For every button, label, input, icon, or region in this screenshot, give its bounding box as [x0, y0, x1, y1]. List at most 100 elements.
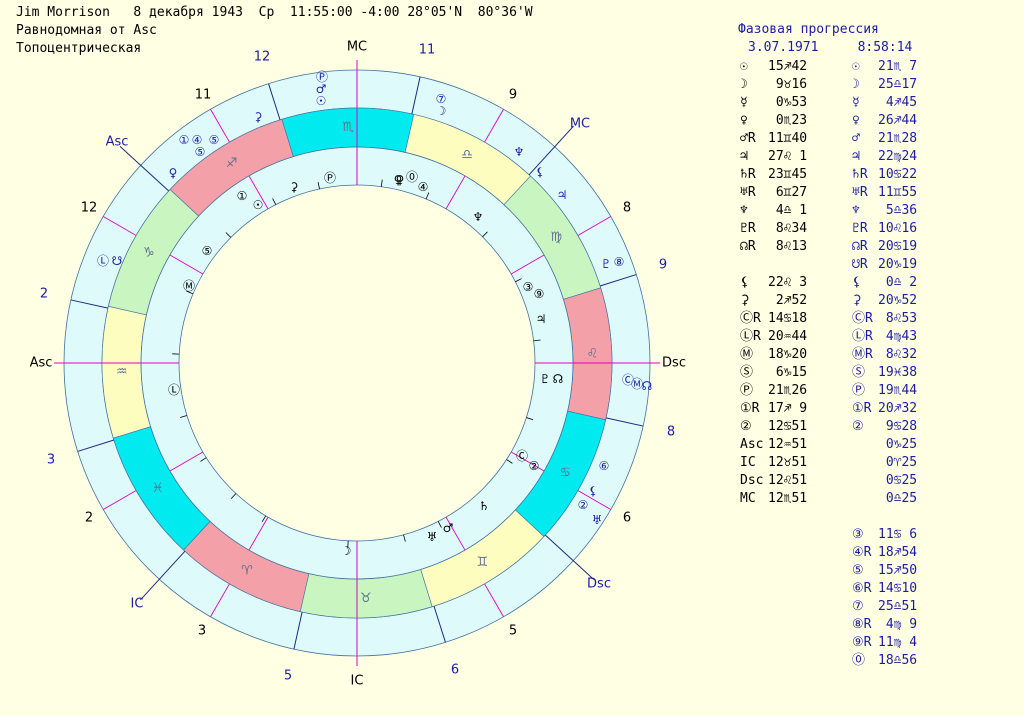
progressed-house-number: 11	[419, 43, 436, 58]
prog_rows-position: 4♍43	[878, 329, 918, 344]
prog_rows-position: 20♋19	[878, 239, 918, 254]
zodiac-sign-glyph: ♈	[241, 564, 253, 579]
natal-planet-glyph: ①	[237, 189, 248, 203]
natal_rows-position: 12♉51	[768, 455, 808, 470]
zodiac-sign-glyph: ♌	[587, 347, 599, 362]
zodiac-sign-glyph: ♒	[116, 364, 128, 379]
natal-planet-glyph: ⑤	[202, 244, 213, 258]
prog_rows-glyph: ♃	[852, 149, 860, 164]
progressed-planet-glyph: ♀	[169, 166, 178, 180]
prog_rows-position: 22♍24	[878, 149, 918, 164]
natal-planet-glyph: ④	[418, 180, 429, 194]
prog_rows-glyph: ⓂR	[852, 347, 873, 362]
natal_rows-position: 4♎ 1	[768, 203, 808, 218]
progressed-planet-glyph: ⑥	[599, 459, 610, 473]
astro-wheel[interactable]: ♈ ♉ ♊ ♋ ♌ ♍ ♎ ♏ ♐ ♑ ♒ ♓ MC IC Asc Dsc MC Asc IC Dsc 11 9 8 12 2 3…	[0, 0, 720, 715]
natal_rows-position: 6♊27	[768, 185, 808, 200]
natal_rows-position: 27♌ 1	[768, 149, 808, 164]
natal-planet-glyph: ♆	[473, 210, 484, 224]
natal_rows-position: 23♊45	[768, 167, 808, 182]
prog_rows-position: 26♐44	[878, 113, 918, 128]
progressed-planet-glyph: ♇	[601, 257, 612, 271]
natal-house-number: 12	[81, 201, 98, 216]
prog_rows-position: 0♋25	[878, 473, 918, 488]
natal-planet-glyph: Ⓜ	[183, 279, 195, 293]
natal_rows-glyph: ☿	[740, 95, 748, 110]
natal-planet-glyph: Ⓟ	[324, 171, 336, 185]
dsc-label: Dsc	[662, 356, 686, 371]
progressed-planet-glyph: ②	[578, 498, 589, 512]
prog_rows-glyph: ⑧R	[852, 617, 872, 632]
natal_rows-glyph: ⚸	[740, 275, 750, 290]
natal_rows-position: 11♊40	[768, 131, 808, 146]
prog_rows-glyph: ♀	[852, 113, 860, 128]
natal_rows-glyph: ♃	[740, 149, 748, 164]
progressed-planet-glyph: ☉	[316, 94, 327, 108]
natal-house-number: 5	[509, 624, 517, 639]
natal_rows-glyph: ☽	[740, 77, 748, 92]
progression-title: Фазовая прогрессия	[738, 22, 879, 37]
prog_rows-position: 25♎17	[878, 77, 918, 92]
zodiac-sign-glyph: ♓	[152, 481, 164, 496]
progressed-planet-glyph: ☽	[436, 104, 447, 118]
prog_rows-position: 19♏44	[878, 383, 918, 398]
prog_rows-position: 9♋28	[878, 419, 918, 434]
progressed-planet-glyph: ⑤	[195, 145, 206, 159]
natal_rows-position: 22♌ 3	[768, 275, 808, 290]
progressed-mc-label: MC	[570, 117, 590, 132]
natal_rows-glyph: ②	[740, 419, 752, 434]
natal_rows-position: 15♐42	[768, 59, 808, 74]
natal-planet-glyph: ♀	[394, 173, 403, 187]
zodiac-sign-glyph: ♎	[461, 147, 473, 162]
progressed-planet-glyph: ♃	[557, 188, 568, 202]
prog_rows-glyph: ♄R	[852, 167, 868, 182]
prog_rows-position: 4♐45	[878, 95, 918, 110]
prog_rows-position: 10♌16	[878, 221, 918, 236]
natal_rows-position: 17♐ 9	[768, 401, 808, 416]
natal-planet-glyph: ♃	[536, 312, 547, 326]
prog_rows-position: 19♓38	[878, 365, 918, 380]
natal-planet-glyph: ②	[529, 459, 540, 473]
prog_rows-glyph: ☊R	[852, 239, 868, 254]
prog_rows-glyph: ①R	[852, 401, 872, 416]
progressed-planet-glyph: Ⓛ	[97, 254, 109, 268]
natal_rows-glyph: ♂R	[740, 131, 756, 146]
prog_rows-position: 20♑19	[878, 257, 918, 272]
prog_rows-glyph: ③	[852, 527, 864, 542]
natal_rows-position: 2♐52	[768, 293, 808, 308]
progressed-house-number: 8	[667, 425, 675, 440]
progressed-planet-glyph: ①	[179, 133, 190, 147]
natal-house-number: 9	[509, 88, 517, 103]
natal_rows-glyph: ♆	[740, 203, 748, 218]
natal-planet-glyph: Ⓛ	[168, 383, 180, 397]
prog_rows-glyph: ⑨R	[852, 635, 872, 650]
progressed-planet-glyph: ☊	[642, 379, 653, 393]
progressed-planet-glyph: ⚸	[589, 484, 598, 498]
prog_rows-glyph: ☿	[852, 95, 860, 110]
natal_rows-glyph: Dsc	[740, 473, 764, 488]
prog_rows-glyph: ⑤	[852, 563, 864, 578]
progressed-house-number: 9	[659, 258, 667, 273]
prog_rows-position: 8♌53	[878, 311, 918, 326]
natal_rows-position: 21♏26	[768, 383, 808, 398]
progressed-planet-glyph: ♆	[514, 145, 525, 159]
natal_rows-position: 14♋18	[768, 311, 808, 326]
prog_rows-glyph: ⚸	[852, 275, 862, 290]
prog_rows-position: 0♎ 2	[878, 275, 918, 290]
progression-date: 3.07.1971 8:58:14	[748, 40, 913, 55]
prog_rows-glyph: ⑦	[852, 599, 864, 614]
prog_rows-position: 20♐32	[878, 401, 918, 416]
zodiac-sign-glyph: ♑	[143, 245, 155, 260]
natal-planet-glyph: Ⓒ	[516, 449, 528, 463]
progressed-planet-glyph: ☋	[112, 254, 123, 268]
natal_rows-glyph: ⒸR	[740, 311, 761, 326]
prog_rows-position: 15♐50	[878, 563, 918, 578]
progressed-planet-glyph: ⑤	[209, 133, 220, 147]
prog_rows-position: 5♎36	[878, 203, 918, 218]
natal-house-number: 6	[623, 511, 631, 526]
prog_rows-position: 8♌32	[878, 347, 918, 362]
natal_rows-position: 12♌51	[768, 473, 808, 488]
natal-planet-glyph: ♇	[540, 372, 551, 386]
zodiac-sign-glyph: ♍	[551, 230, 563, 245]
natal_rows-position: 12♒51	[768, 437, 808, 452]
